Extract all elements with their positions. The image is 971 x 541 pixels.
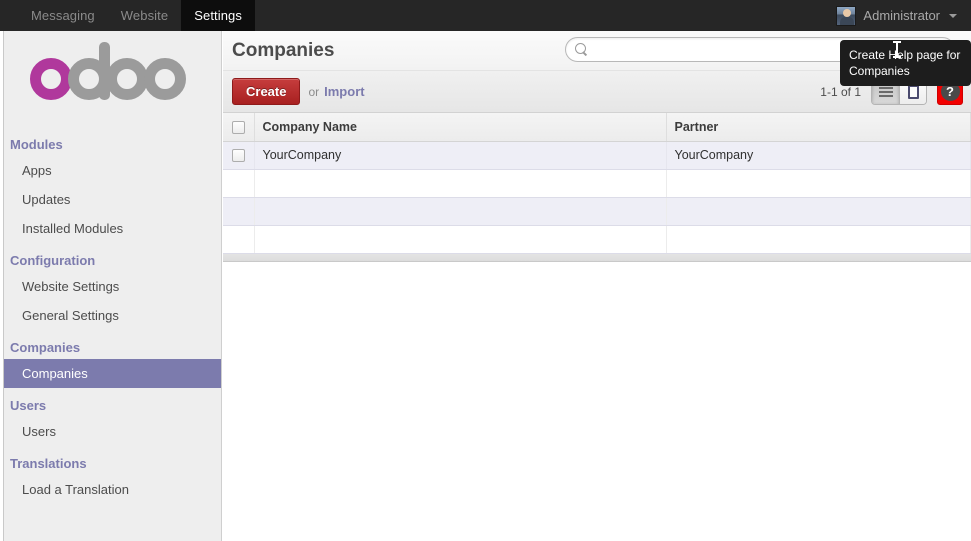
table-row[interactable]: YourCompany YourCompany	[223, 141, 971, 169]
list-lines-icon	[879, 87, 893, 97]
column-header-partner[interactable]: Partner	[666, 113, 971, 141]
sidebar-item-installed-modules[interactable]: Installed Modules	[4, 214, 221, 243]
sidebar-item-website-settings[interactable]: Website Settings	[4, 272, 221, 301]
table-body: YourCompany YourCompany	[223, 141, 971, 253]
table-header-row: Company Name Partner	[223, 113, 971, 141]
select-all-header[interactable]	[223, 113, 254, 141]
import-link[interactable]: Import	[324, 84, 364, 99]
top-nav-tabs: Messaging Website Settings	[18, 0, 255, 31]
sidebar-item-general-settings[interactable]: General Settings	[4, 301, 221, 330]
tooltip-line-1: Create Help page for	[849, 47, 962, 63]
empty-cell-check	[223, 197, 254, 225]
text-cursor-icon	[896, 41, 898, 58]
table-footer-bar	[223, 254, 971, 262]
table-row-empty	[223, 225, 971, 253]
or-label: or	[308, 85, 319, 99]
sidebar-group-modules: Modules	[4, 133, 221, 156]
cell-partner[interactable]: YourCompany	[666, 141, 971, 169]
logo-letter-d	[72, 58, 110, 100]
sidebar-group-users: Users	[4, 394, 221, 417]
empty-cell-partner	[666, 197, 971, 225]
search-icon	[575, 43, 588, 56]
odoo-app-window: Messaging Website Settings Administrator…	[0, 0, 971, 541]
row-select-cell[interactable]	[223, 141, 254, 169]
main-content: Companies Create or Import 1-1 of 1	[223, 31, 971, 541]
top-navigation-bar: Messaging Website Settings Administrator	[0, 0, 971, 31]
empty-cell-partner	[666, 225, 971, 253]
sidebar: Modules Apps Updates Installed Modules C…	[4, 31, 222, 541]
form-rect-icon	[908, 85, 919, 99]
help-tooltip: Create Help page for Companies	[840, 40, 971, 86]
cell-company-name[interactable]: YourCompany	[254, 141, 666, 169]
companies-table: Company Name Partner YourCompany YourCom…	[223, 113, 971, 254]
select-all-checkbox[interactable]	[232, 121, 245, 134]
logo-letter-o-magenta	[30, 58, 72, 100]
empty-cell-name	[254, 169, 666, 197]
page-title: Companies	[232, 40, 334, 62]
column-header-company-name[interactable]: Company Name	[254, 113, 666, 141]
user-menu[interactable]: Administrator	[836, 0, 971, 31]
empty-cell-name	[254, 197, 666, 225]
logo-letter-d-ring	[68, 58, 110, 100]
table-row-empty	[223, 197, 971, 225]
tab-settings[interactable]: Settings	[181, 0, 255, 31]
chevron-down-icon[interactable]	[949, 14, 957, 18]
tab-website[interactable]: Website	[108, 0, 181, 31]
sidebar-item-load-a-translation[interactable]: Load a Translation	[4, 475, 221, 504]
pager-label: 1-1 of 1	[820, 85, 861, 99]
logo-letter-o-gray-2	[144, 58, 186, 100]
sidebar-item-users[interactable]: Users	[4, 417, 221, 446]
sidebar-group-companies: Companies	[4, 336, 221, 359]
tooltip-line-2: Companies	[849, 63, 962, 79]
table-row-empty	[223, 169, 971, 197]
empty-cell-name	[254, 225, 666, 253]
tab-messaging[interactable]: Messaging	[18, 0, 108, 31]
sidebar-item-companies[interactable]: Companies	[4, 359, 221, 388]
sidebar-group-translations: Translations	[4, 452, 221, 475]
sidebar-item-apps[interactable]: Apps	[4, 156, 221, 185]
empty-cell-check	[223, 225, 254, 253]
row-checkbox[interactable]	[232, 149, 245, 162]
logo-letter-o-gray-1	[106, 58, 148, 100]
odoo-logo[interactable]	[4, 31, 221, 127]
empty-cell-partner	[666, 169, 971, 197]
sidebar-item-updates[interactable]: Updates	[4, 185, 221, 214]
user-name-label: Administrator	[863, 8, 940, 23]
table-header: Company Name Partner	[223, 113, 971, 141]
create-button[interactable]: Create	[232, 78, 300, 105]
sidebar-group-configuration: Configuration	[4, 249, 221, 272]
empty-cell-check	[223, 169, 254, 197]
odoo-logo-glyphs	[30, 58, 186, 100]
avatar	[836, 6, 856, 26]
